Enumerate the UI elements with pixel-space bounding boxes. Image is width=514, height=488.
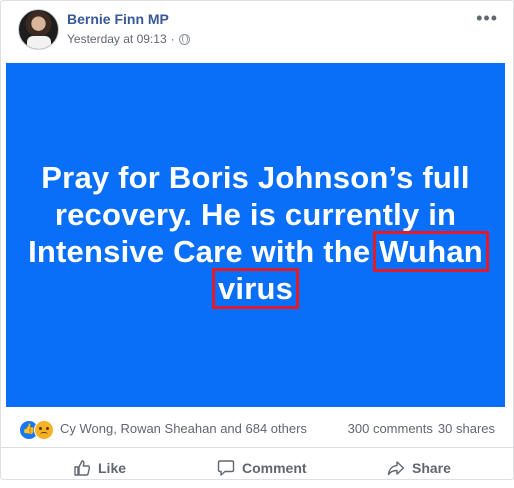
- avatar[interactable]: [18, 9, 59, 50]
- shares-count[interactable]: 30 shares: [438, 421, 495, 436]
- comment-button[interactable]: Comment: [217, 448, 307, 488]
- comment-icon: [217, 460, 235, 476]
- banner-line-2: recovery. He is currently in: [54, 197, 457, 232]
- share-button[interactable]: Share: [387, 448, 451, 488]
- highlighted-word-virus: virus: [211, 268, 300, 309]
- ellipsis-icon[interactable]: •••: [476, 9, 498, 27]
- highlighted-word-wuhan: Wuhan: [373, 231, 489, 272]
- thumbs-up-icon: [74, 460, 91, 476]
- reaction-icons[interactable]: 👍: [19, 420, 54, 440]
- share-label: Share: [412, 460, 451, 476]
- post-banner[interactable]: Pray for Boris Johnson’s full recovery. …: [6, 63, 505, 407]
- post-meta: Yesterday at 09:13 ·: [67, 32, 190, 46]
- banner-line-3: Intensive Care with the Wuhan: [6, 231, 505, 272]
- comment-label: Comment: [242, 460, 307, 476]
- engagement-counts: 300 comments 30 shares: [348, 421, 495, 436]
- banner-text: Pray for Boris Johnson’s full recovery. …: [6, 159, 505, 309]
- like-button[interactable]: Like: [73, 448, 126, 488]
- action-bar: Like Comment Share: [1, 448, 513, 488]
- meta-separator: ·: [170, 32, 175, 46]
- banner-line-1: Pray for Boris Johnson’s full: [41, 160, 470, 195]
- banner-line-4: virus: [6, 268, 505, 309]
- post-header: Bernie Finn MP Yesterday at 09:13 · •••: [1, 1, 513, 63]
- reaction-names[interactable]: Cy Wong, Rowan Sheahan and 684 others: [60, 421, 307, 436]
- like-label: Like: [98, 460, 127, 476]
- reactions-bar: 👍 Cy Wong, Rowan Sheahan and 684 others …: [1, 409, 513, 448]
- globe-icon[interactable]: [178, 33, 190, 45]
- avatar-shirt: [27, 36, 51, 49]
- comments-count[interactable]: 300 comments: [348, 421, 433, 436]
- author-name[interactable]: Bernie Finn MP: [67, 11, 169, 27]
- post-card: Bernie Finn MP Yesterday at 09:13 · ••• …: [0, 0, 514, 480]
- sad-reaction-icon: [34, 420, 54, 440]
- banner-line-3-prefix: Intensive Care with the: [28, 234, 371, 269]
- timestamp[interactable]: Yesterday at 09:13: [67, 32, 167, 46]
- share-icon: [387, 461, 405, 476]
